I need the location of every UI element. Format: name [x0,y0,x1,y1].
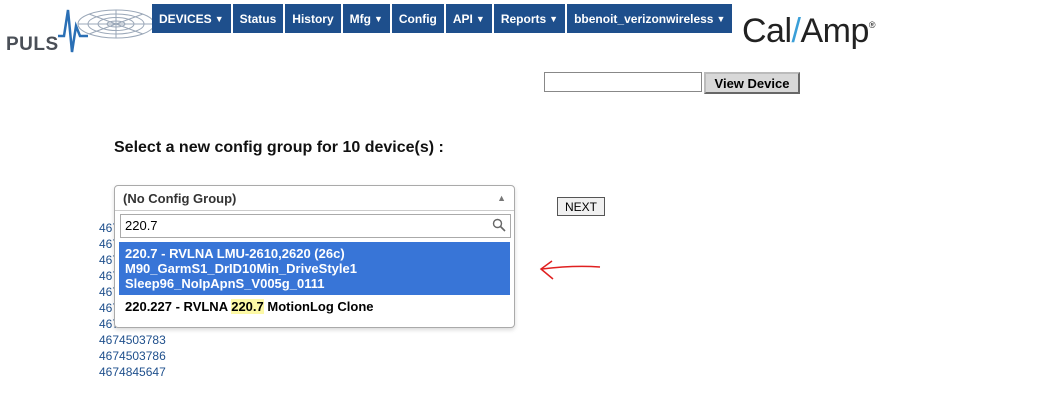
config-group-select[interactable]: (No Config Group) ▲ 220.7 - RVLNA LMU-26… [114,185,515,328]
chevron-down-icon: ▼ [373,13,383,24]
option-label: 220.7 - RVLNA LMU-2610,2620 (26c) M90_Ga… [125,246,357,291]
chevron-down-icon: ▼ [549,13,559,24]
next-button[interactable]: NEXT [557,197,605,216]
nav-item-reports[interactable]: Reports ▼ [493,4,566,33]
config-group-options: 220.7 - RVLNA LMU-2610,2620 (26c) M90_Ga… [119,242,510,318]
chevron-down-icon: ▼ [475,13,485,24]
device-link[interactable]: 4674503786 [99,348,166,364]
config-group-search-input[interactable] [121,215,489,235]
puls-logo-text: PULS [6,34,59,55]
option-search-match: 220.7 [231,299,264,314]
chevron-down-icon: ▼ [716,13,726,24]
nav-item-history[interactable]: History [285,4,341,33]
option-label-prefix: 220.227 - RVLNA [125,299,232,314]
calamp-logo-tm: ® [868,20,876,30]
config-group-option[interactable]: 220.227 - RVLNA 220.7 MotionLog Clone [119,295,510,318]
nav-item-config[interactable]: Config [391,4,444,33]
config-group-search [120,214,511,238]
nav-item-label: API [452,11,473,26]
nav-item-label: Config [398,11,437,26]
nav-item-api[interactable]: API ▼ [445,4,492,33]
nav-item-devices[interactable]: DEVICES ▼ [152,4,231,33]
annotation-arrow-icon [539,260,601,280]
option-label-suffix: MotionLog Clone [263,299,374,314]
device-link[interactable]: 4674845647 [99,364,166,380]
caret-up-icon: ▲ [497,193,506,203]
nav-item-bbenoit-verizonwireless[interactable]: bbenoit_verizonwireless ▼ [567,4,733,33]
nav-item-label: bbenoit_verizonwireless [574,11,714,26]
page-heading: Select a new config group for 10 device(… [114,139,444,156]
nav-item-label: DEVICES [159,11,212,26]
search-icon [492,218,506,237]
device-link[interactable]: 4674503783 [99,332,166,348]
calamp-logo: Cal/Amp® [742,12,876,51]
main-nav: DEVICES ▼ Status History Mfg ▼ Config API ▼ Repor… [152,4,734,33]
view-device-button[interactable]: View Device [704,72,800,94]
config-group-option[interactable]: 220.7 - RVLNA LMU-2610,2620 (26c) M90_Ga… [119,242,510,295]
calamp-logo-amp: Amp [800,12,869,50]
nav-item-label: Mfg [349,11,371,26]
nav-item-label: Status [239,11,277,26]
nav-item-label: Reports [500,11,547,26]
calamp-logo-cal: Cal [742,12,792,50]
nav-item-status[interactable]: Status [232,4,284,33]
chevron-down-icon: ▼ [214,13,224,24]
config-group-current-label: (No Config Group) [123,190,237,206]
config-group-select-current[interactable]: (No Config Group) ▲ [115,186,514,211]
view-device-input[interactable] [544,72,702,92]
nav-item-mfg[interactable]: Mfg ▼ [342,4,390,33]
nav-item-label: History [292,11,334,26]
